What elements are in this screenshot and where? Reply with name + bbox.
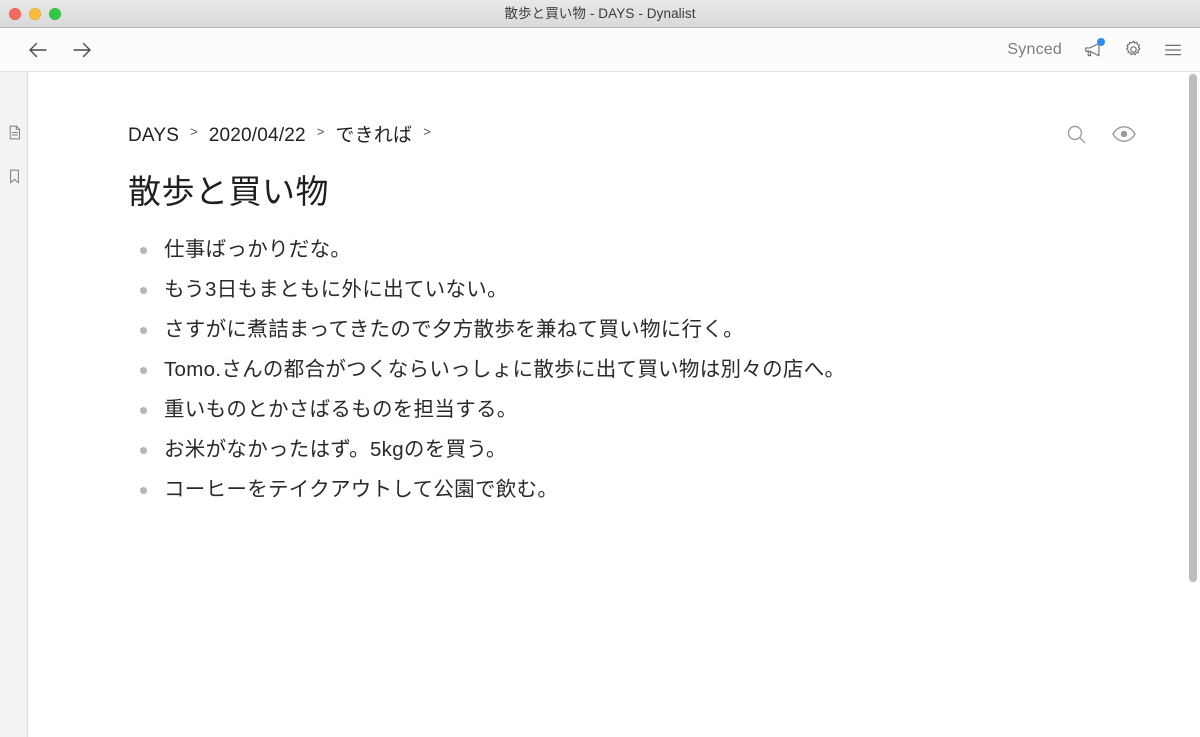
maximize-window-button[interactable] bbox=[49, 8, 61, 20]
scrollbar-thumb[interactable] bbox=[1189, 74, 1197, 582]
left-sidebar bbox=[0, 72, 28, 737]
document-icon bbox=[9, 125, 20, 139]
list-item[interactable]: もう3日もまともに外に出ていない。 bbox=[128, 270, 1140, 310]
breadcrumb-separator: > bbox=[423, 124, 431, 139]
bookmark-icon bbox=[9, 169, 19, 183]
gear-icon bbox=[1125, 40, 1140, 56]
list-item-text: もう3日もまともに外に出ていない。 bbox=[164, 277, 508, 301]
toolbar-right-group: Synced bbox=[1007, 28, 1186, 71]
list-item-text: コーヒーをテイクアウトして公園で飲む。 bbox=[164, 477, 559, 501]
list-item[interactable]: コーヒーをテイクアウトして公園で飲む。 bbox=[128, 470, 1140, 510]
list-item-text: さすがに煮詰まってきたので夕方散歩を兼ねて買い物に行く。 bbox=[164, 317, 744, 341]
sync-status-label: Synced bbox=[1007, 40, 1062, 58]
arrow-right-icon bbox=[73, 42, 91, 57]
bullet-icon[interactable] bbox=[140, 366, 147, 374]
back-button[interactable] bbox=[24, 36, 52, 64]
app-toolbar: Synced bbox=[0, 28, 1200, 72]
hamburger-menu-icon bbox=[1165, 44, 1181, 55]
announcements-button[interactable] bbox=[1080, 37, 1106, 63]
list-item-text: 仕事ばっかりだな。 bbox=[164, 237, 352, 261]
list-item-text: お米がなかったはず。5kgのを買う。 bbox=[164, 437, 507, 461]
bullet-icon[interactable] bbox=[140, 286, 147, 294]
search-icon bbox=[1067, 125, 1086, 144]
breadcrumb-item-1[interactable]: 2020/04/22 bbox=[209, 125, 306, 147]
window-title: 散歩と買い物 - DAYS - Dynalist bbox=[504, 5, 696, 21]
breadcrumb-item-0[interactable]: DAYS bbox=[128, 125, 179, 147]
vertical-scrollbar[interactable] bbox=[1186, 72, 1200, 737]
visibility-toggle-button[interactable] bbox=[1110, 120, 1138, 148]
sidebar-item-bookmarks[interactable] bbox=[0, 161, 28, 191]
arrow-left-icon bbox=[29, 42, 47, 57]
minimize-window-button[interactable] bbox=[29, 8, 41, 20]
forward-button[interactable] bbox=[68, 36, 96, 64]
list-item-text: Tomo.さんの都合がつくならいっしょに散歩に出て買い物は別々の店へ。 bbox=[164, 357, 846, 381]
close-window-button[interactable] bbox=[9, 8, 21, 20]
app-window: 散歩と買い物 - DAYS - Dynalist Synced DAYS > 2… bbox=[0, 0, 1200, 737]
list-item-text: 重いものとかさばるものを担当する。 bbox=[164, 397, 518, 421]
window-controls bbox=[9, 0, 61, 28]
sidebar-item-documents[interactable] bbox=[0, 117, 28, 147]
breadcrumb-separator: > bbox=[190, 124, 198, 139]
outline-list: 仕事ばっかりだな。 もう3日もまともに外に出ていない。 さすがに煮詰まってきたの… bbox=[128, 230, 1140, 510]
breadcrumb: DAYS > 2020/04/22 > できれば > bbox=[128, 120, 442, 147]
list-item[interactable]: さすがに煮詰まってきたので夕方散歩を兼ねて買い物に行く。 bbox=[128, 310, 1140, 350]
breadcrumb-separator: > bbox=[316, 124, 325, 139]
list-item[interactable]: Tomo.さんの都合がつくならいっしょに散歩に出て買い物は別々の店へ。 bbox=[128, 350, 1140, 390]
search-button[interactable] bbox=[1062, 120, 1090, 148]
list-item[interactable]: お米がなかったはず。5kgのを買う。 bbox=[128, 430, 1140, 470]
breadcrumb-item-2[interactable]: できれば bbox=[335, 120, 412, 147]
document-tools bbox=[1062, 120, 1140, 148]
bullet-icon[interactable] bbox=[140, 326, 147, 334]
bullet-icon[interactable] bbox=[140, 446, 147, 454]
eye-icon bbox=[1112, 126, 1136, 142]
breadcrumb-row: DAYS > 2020/04/22 > できれば > bbox=[128, 120, 1140, 148]
navigation-buttons bbox=[24, 28, 96, 71]
document-pane: DAYS > 2020/04/22 > できれば > 散歩と買い物 仕事ばっかり… bbox=[29, 72, 1200, 737]
title-bar: 散歩と買い物 - DAYS - Dynalist bbox=[0, 0, 1200, 28]
notification-dot bbox=[1097, 37, 1105, 46]
document-content: DAYS > 2020/04/22 > できれば > 散歩と買い物 仕事ばっかり… bbox=[29, 72, 1200, 510]
settings-button[interactable] bbox=[1120, 37, 1146, 63]
bullet-icon[interactable] bbox=[140, 246, 147, 254]
page-title: 散歩と買い物 bbox=[128, 173, 329, 210]
bullet-icon[interactable] bbox=[140, 486, 147, 494]
list-item[interactable]: 重いものとかさばるものを担当する。 bbox=[128, 390, 1140, 430]
main-menu-button[interactable] bbox=[1160, 37, 1186, 63]
bullet-icon[interactable] bbox=[140, 406, 147, 414]
list-item[interactable]: 仕事ばっかりだな。 bbox=[128, 230, 1140, 270]
